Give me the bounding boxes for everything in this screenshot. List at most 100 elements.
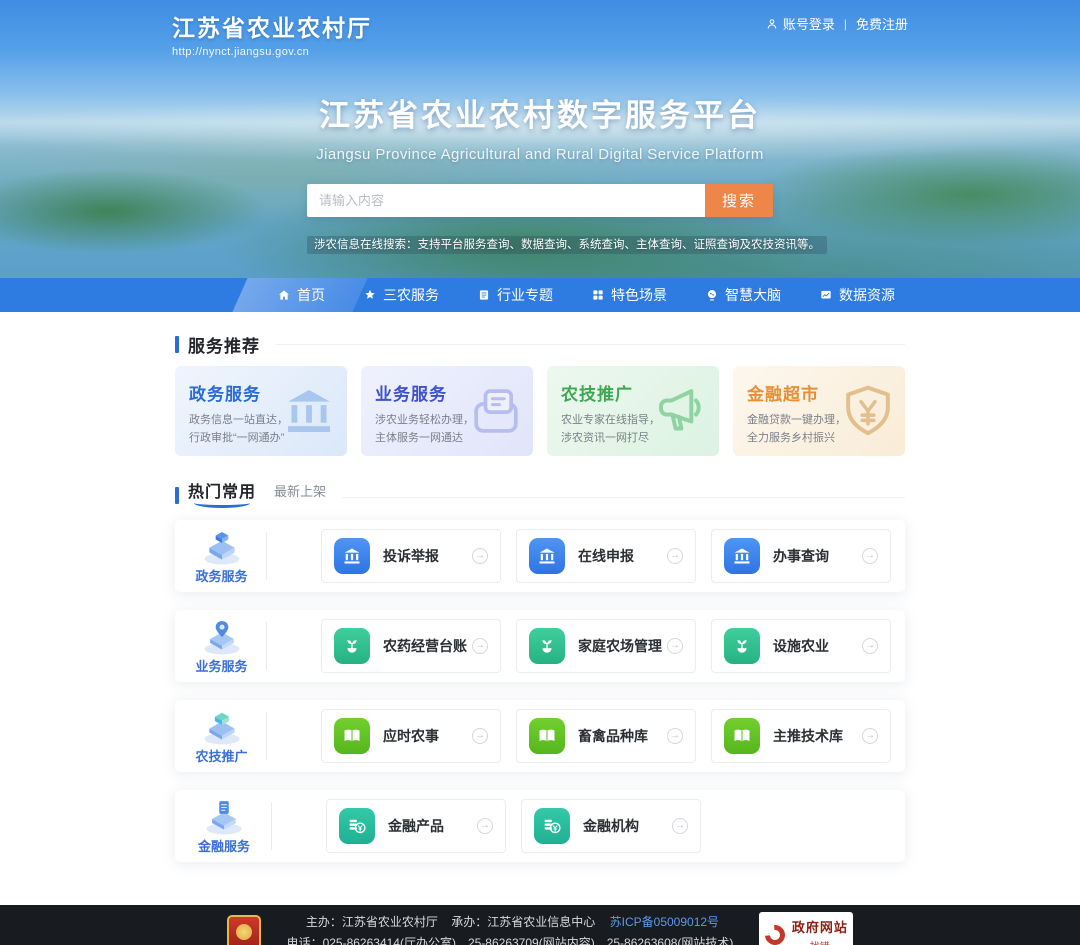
star-icon bbox=[363, 288, 377, 302]
chart-icon bbox=[819, 288, 833, 302]
footer-line-1: 主办：江苏省农业农村厅 承办：江苏省农业信息中心 苏ICP备05009012号 bbox=[287, 912, 734, 933]
gov-website-error-report-badge[interactable]: 政府网站 找错 bbox=[759, 912, 853, 945]
search-hint-row: 涉农信息在线搜索：支持平台服务查询、数据查询、系统查询、主体查询、证照查询及农技… bbox=[307, 235, 773, 253]
tab-hot-common[interactable]: 热门常用 bbox=[188, 478, 256, 510]
icp-license-link[interactable]: 苏ICP备05009012号 bbox=[610, 915, 719, 929]
sprout-icon bbox=[724, 628, 760, 664]
finance-3d-icon bbox=[196, 798, 252, 836]
gov-badge-title: 政府网站 bbox=[792, 917, 848, 936]
user-icon bbox=[765, 17, 779, 31]
platform-title: 江苏省农业农村数字服务平台 bbox=[0, 90, 1080, 135]
bank-icon bbox=[724, 538, 760, 574]
recommend-section-title: 服务推荐 bbox=[188, 332, 260, 357]
main-content: 服务推荐 政务服务 政务信息一站直达，行政审批“一网通办” 业务服务 涉农业务轻… bbox=[0, 312, 1080, 905]
links-divider: | bbox=[844, 17, 847, 31]
coins-yuan-icon bbox=[339, 808, 375, 844]
service-row-government: 政务服务 投诉举报 → 在线申报 → bbox=[175, 520, 905, 592]
register-label: 免费注册 bbox=[856, 14, 908, 33]
recommend-card-business[interactable]: 业务服务 涉农业务轻松办理，主体服务一网通达 bbox=[361, 366, 533, 456]
section-accent-bar bbox=[175, 487, 179, 504]
open-book-icon bbox=[724, 718, 760, 754]
recommend-section-header: 服务推荐 bbox=[175, 332, 905, 356]
arrow-right-icon: → bbox=[477, 818, 493, 834]
recommend-card-government[interactable]: 政务服务 政务信息一站直达，行政审批“一网通办” bbox=[175, 366, 347, 456]
business-3d-icon bbox=[194, 618, 250, 656]
arrow-right-icon: → bbox=[862, 728, 878, 744]
arrow-right-icon: → bbox=[667, 548, 683, 564]
service-item-livestock-breeds[interactable]: 畜禽品种库 → bbox=[516, 709, 696, 763]
site-url: http://nynct.jiangsu.gov.cn bbox=[172, 46, 372, 58]
arrow-right-icon: → bbox=[862, 638, 878, 654]
service-item-financial-products[interactable]: 金融产品 → bbox=[326, 799, 506, 853]
gov-badge-subtitle: 找错 bbox=[810, 938, 830, 945]
search-input[interactable] bbox=[307, 184, 705, 217]
nav-item-sannong-services[interactable]: 三农服务 bbox=[358, 278, 444, 312]
open-book-icon bbox=[529, 718, 565, 754]
gov-badge-logo-icon bbox=[761, 921, 789, 945]
vertical-divider bbox=[266, 712, 267, 760]
coins-yuan-icon bbox=[534, 808, 570, 844]
book-icon bbox=[477, 288, 491, 302]
section-accent-bar bbox=[175, 336, 179, 353]
section-divider-line bbox=[276, 344, 905, 345]
service-item-affairs-inquiry[interactable]: 办事查询 → bbox=[711, 529, 891, 583]
recommend-card-finance[interactable]: 金融超市 金融贷款一键办理，全力服务乡村振兴 bbox=[733, 366, 905, 456]
footer-phones: 电话：025-86263414(厅办公室) 25-86263709(网站内容) … bbox=[287, 933, 734, 945]
nav-item-data-resources[interactable]: 数据资源 bbox=[814, 278, 900, 312]
top-header: 江苏省农业农村厅 http://nynct.jiangsu.gov.cn 账号登… bbox=[172, 0, 908, 58]
arrow-right-icon: → bbox=[667, 638, 683, 654]
category-business[interactable]: 业务服务 bbox=[187, 618, 256, 675]
bank-icon bbox=[334, 538, 370, 574]
main-navigation: 首页 三农服务 行业专题 特色场景 智慧大脑 bbox=[0, 278, 1080, 312]
brain-icon bbox=[705, 288, 719, 302]
search-bar: 搜索 bbox=[307, 184, 773, 217]
sprout-icon bbox=[334, 628, 370, 664]
nav-item-featured-scenes[interactable]: 特色场景 bbox=[586, 278, 672, 312]
search-button[interactable]: 搜索 bbox=[705, 184, 773, 217]
arrow-right-icon: → bbox=[472, 548, 488, 564]
service-row-finance: 金融服务 金融产品 → 金融机构 → bbox=[175, 790, 905, 862]
nav-item-industry-topics[interactable]: 行业专题 bbox=[472, 278, 558, 312]
tab-latest[interactable]: 最新上架 bbox=[274, 481, 326, 510]
login-link[interactable]: 账号登录 bbox=[765, 14, 835, 33]
site-name: 江苏省农业农村厅 bbox=[172, 9, 372, 43]
service-item-pesticide-ledger[interactable]: 农药经营台账 → bbox=[321, 619, 501, 673]
register-link[interactable]: 免费注册 bbox=[856, 14, 908, 33]
bank-icon bbox=[529, 538, 565, 574]
vertical-divider bbox=[271, 802, 272, 850]
category-agritech[interactable]: 农技推广 bbox=[187, 708, 256, 765]
footer-organizer: 承办：江苏省农业信息中心 bbox=[451, 915, 595, 929]
agritech-3d-icon bbox=[194, 708, 250, 746]
category-government[interactable]: 政务服务 bbox=[187, 528, 256, 585]
service-item-financial-institutions[interactable]: 金融机构 → bbox=[521, 799, 701, 853]
recommend-cards: 政务服务 政务信息一站直达，行政审批“一网通办” 业务服务 涉农业务轻松办理，主… bbox=[175, 366, 905, 456]
sprout-icon bbox=[529, 628, 565, 664]
site-logo[interactable]: 江苏省农业农村厅 http://nynct.jiangsu.gov.cn bbox=[172, 9, 372, 58]
service-item-main-technology[interactable]: 主推技术库 → bbox=[711, 709, 891, 763]
arrow-right-icon: → bbox=[672, 818, 688, 834]
arrow-right-icon: → bbox=[862, 548, 878, 564]
grid-icon bbox=[591, 288, 605, 302]
open-book-icon bbox=[334, 718, 370, 754]
footer-info: 主办：江苏省农业农村厅 承办：江苏省农业信息中心 苏ICP备05009012号 … bbox=[287, 912, 734, 945]
nav-item-home[interactable]: 首页 bbox=[272, 278, 330, 312]
category-finance[interactable]: 金融服务 bbox=[187, 798, 261, 855]
vertical-divider bbox=[266, 622, 267, 670]
service-item-facility-agriculture[interactable]: 设施农业 → bbox=[711, 619, 891, 673]
search-hint-text: 涉农信息在线搜索：支持平台服务查询、数据查询、系统查询、主体查询、证照查询及农技… bbox=[307, 236, 827, 254]
service-item-family-farm[interactable]: 家庭农场管理 → bbox=[516, 619, 696, 673]
login-label: 账号登录 bbox=[783, 14, 835, 33]
section-divider-line bbox=[342, 497, 905, 498]
service-row-business: 业务服务 农药经营台账 → 家庭农场管理 → bbox=[175, 610, 905, 682]
recommend-card-agritech[interactable]: 农技推广 农业专家在线指导，涉农资讯一网打尽 bbox=[547, 366, 719, 456]
account-links: 账号登录 | 免费注册 bbox=[765, 9, 908, 33]
service-item-complaint-report[interactable]: 投诉举报 → bbox=[321, 529, 501, 583]
service-rows: 政务服务 投诉举报 → 在线申报 → bbox=[175, 520, 905, 862]
footer-host: 主办：江苏省农业农村厅 bbox=[306, 915, 438, 929]
hero-banner: 江苏省农业农村厅 http://nynct.jiangsu.gov.cn 账号登… bbox=[0, 0, 1080, 312]
nav-item-smart-brain[interactable]: 智慧大脑 bbox=[700, 278, 786, 312]
service-item-seasonal-farming[interactable]: 应时农事 → bbox=[321, 709, 501, 763]
service-item-online-declaration[interactable]: 在线申报 → bbox=[516, 529, 696, 583]
platform-subtitle: Jiangsu Province Agricultural and Rural … bbox=[0, 146, 1080, 163]
page: 江苏省农业农村厅 http://nynct.jiangsu.gov.cn 账号登… bbox=[0, 0, 1080, 945]
